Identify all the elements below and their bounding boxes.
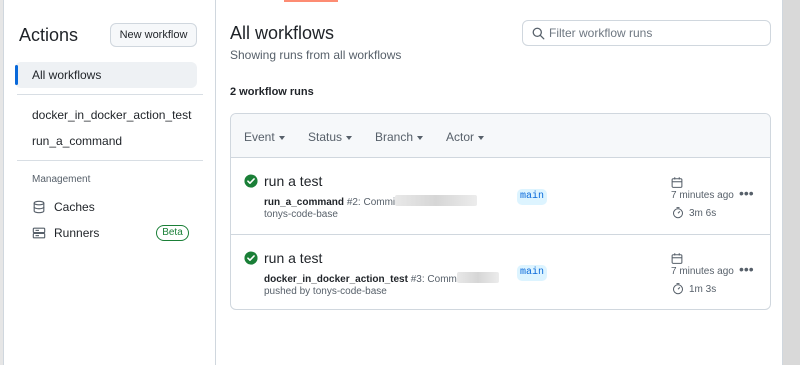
- run-duration: 1m 3s: [689, 284, 717, 295]
- caret-down-icon: [278, 135, 285, 140]
- sidebar-item-run-a-command[interactable]: run_a_command: [15, 128, 197, 154]
- caret-down-icon: [417, 135, 424, 140]
- workflow-runs-list: Event Status Branch Actor run a test run…: [230, 113, 771, 310]
- workflow-run-row[interactable]: run a test docker_in_docker_action_test …: [231, 234, 770, 309]
- redacted-commit-message: [456, 272, 499, 283]
- filter-label: Status: [308, 130, 343, 144]
- calendar-icon: [671, 253, 683, 264]
- run-duration: 3m 6s: [689, 208, 717, 219]
- actor-filter-dropdown[interactable]: Actor: [446, 130, 485, 144]
- filter-label: Actor: [446, 130, 475, 144]
- status-filter-dropdown[interactable]: Status: [308, 130, 353, 144]
- run-time-ago: 7 minutes ago: [671, 190, 734, 201]
- run-title-link[interactable]: run a test: [264, 173, 322, 189]
- branch-filter-dropdown[interactable]: Branch: [375, 130, 424, 144]
- run-workflow-name: run_a_command: [264, 197, 345, 208]
- redacted-commit-message: [395, 195, 478, 206]
- management-section-label: Management: [32, 174, 91, 185]
- window-scrollbar-gutter: [783, 0, 800, 365]
- run-workflow-name: docker_in_docker_action_test: [264, 274, 408, 285]
- server-icon: [32, 227, 46, 239]
- sidebar-item-label: All workflows: [32, 68, 102, 82]
- run-count: 2 workflow runs: [230, 86, 314, 98]
- event-filter-dropdown[interactable]: Event: [244, 130, 285, 144]
- actions-window: Actions New workflow All workflows docke…: [3, 0, 783, 365]
- page-subtitle: Showing runs from all workflows: [230, 48, 402, 62]
- run-time-ago: 7 minutes ago: [671, 266, 734, 277]
- sidebar-title: Actions: [19, 25, 79, 45]
- sidebar-item-caches[interactable]: Caches: [32, 196, 197, 218]
- sidebar-item-all-workflows[interactable]: All workflows: [15, 62, 197, 88]
- beta-badge: Beta: [156, 225, 189, 241]
- kebab-menu-icon[interactable]: •••: [739, 262, 757, 276]
- sidebar-divider: [17, 160, 203, 161]
- page-title: All workflows: [230, 23, 335, 43]
- sidebar: Actions New workflow All workflows docke…: [4, 0, 216, 365]
- active-tab-underline: [284, 0, 338, 2]
- run-workflow-info: docker_in_docker_action_test #3: Comm: [264, 272, 499, 285]
- stopwatch-icon: [672, 207, 684, 219]
- branch-label[interactable]: main: [517, 265, 547, 281]
- check-circle-icon: [244, 251, 258, 265]
- filter-runs-input[interactable]: [549, 24, 764, 42]
- filter-label: Event: [244, 130, 275, 144]
- sidebar-item-label: docker_in_docker_action_test: [32, 108, 192, 122]
- runs-filter-bar: Event Status Branch Actor: [231, 114, 770, 158]
- check-circle-icon: [244, 174, 258, 188]
- filter-runs-field[interactable]: [522, 20, 771, 46]
- new-workflow-button[interactable]: New workflow: [110, 23, 197, 47]
- sidebar-item-label: Caches: [54, 200, 95, 214]
- calendar-icon: [671, 177, 683, 188]
- workflow-run-row[interactable]: run a test run_a_command #2: Commi tonys…: [231, 158, 770, 234]
- caret-down-icon: [478, 135, 485, 140]
- sidebar-item-label: Runners: [54, 226, 100, 240]
- run-actor: tonys-code-base: [264, 209, 338, 220]
- sidebar-item-label: run_a_command: [32, 134, 123, 148]
- filter-label: Branch: [375, 130, 414, 144]
- run-number: #3: Comm: [410, 274, 457, 285]
- branch-label[interactable]: main: [517, 189, 547, 205]
- stopwatch-icon: [672, 283, 684, 295]
- run-number: #2: Commi: [346, 197, 396, 208]
- sidebar-divider: [17, 94, 203, 95]
- run-actor: pushed by tonys-code-base: [264, 286, 387, 297]
- run-workflow-info: run_a_command #2: Commi: [264, 195, 478, 208]
- run-title-link[interactable]: run a test: [264, 250, 322, 266]
- database-icon: [33, 200, 45, 214]
- caret-down-icon: [346, 135, 353, 140]
- search-icon: [532, 27, 545, 40]
- sidebar-item-docker-in-docker-action-test[interactable]: docker_in_docker_action_test: [15, 102, 197, 128]
- kebab-menu-icon[interactable]: •••: [739, 186, 757, 200]
